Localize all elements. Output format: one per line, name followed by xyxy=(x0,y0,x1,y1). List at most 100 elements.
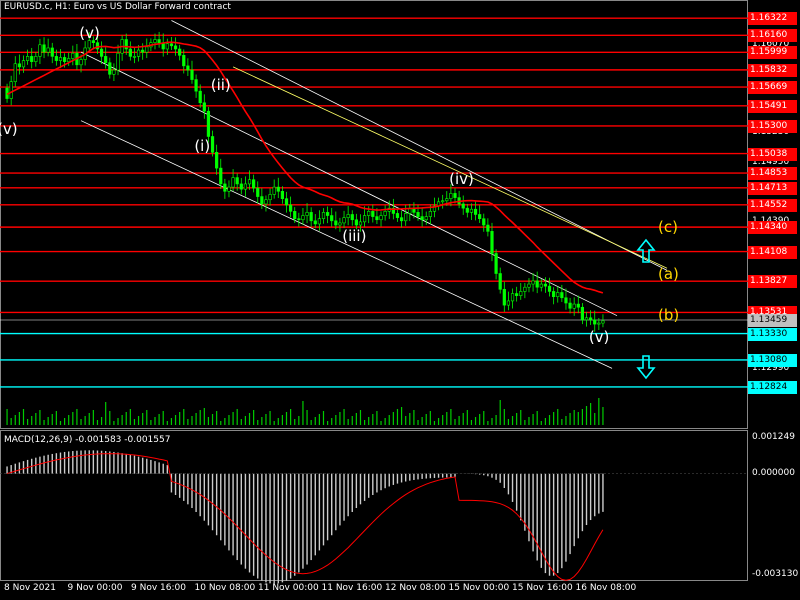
candle-body xyxy=(502,289,506,306)
candle-body xyxy=(9,81,13,99)
candle-body xyxy=(54,56,58,61)
price-line-label: 1.15300 xyxy=(748,119,797,133)
candle-body xyxy=(441,200,445,203)
candle-body xyxy=(399,217,404,222)
candle-body xyxy=(469,208,474,213)
candle-body xyxy=(568,302,572,309)
candle-body xyxy=(342,217,346,224)
candle-body xyxy=(173,45,178,50)
candle-body xyxy=(284,198,289,206)
candle-body xyxy=(256,187,260,197)
candle-body xyxy=(30,56,34,62)
candle-body xyxy=(108,62,112,75)
candle-body xyxy=(486,224,490,232)
candle-body xyxy=(264,199,268,205)
candle-body xyxy=(395,213,400,218)
candle-body xyxy=(309,212,313,222)
candle-body xyxy=(498,273,502,290)
candle-body xyxy=(71,52,75,59)
candle-body xyxy=(428,211,432,217)
candle-body xyxy=(420,216,424,221)
candle-body xyxy=(404,213,408,222)
macd-signal-line xyxy=(6,453,604,581)
time-axis-tick: 15 Nov 16:00 xyxy=(512,583,573,593)
candle-body xyxy=(515,293,519,296)
candle-body xyxy=(531,280,535,285)
wave-label: (iii) xyxy=(342,226,367,245)
candle-body xyxy=(506,300,511,306)
candle-body xyxy=(330,215,334,222)
time-axis-tick: 16 Nov 08:00 xyxy=(575,583,637,593)
price-line-label: 1.16160 xyxy=(748,29,797,43)
price-line-label: 1.14552 xyxy=(748,198,797,212)
candle-body xyxy=(169,43,174,47)
candle-body xyxy=(42,44,46,53)
candle-body xyxy=(597,322,601,325)
candle-body xyxy=(124,39,128,50)
candle-body xyxy=(260,196,264,205)
candle-body xyxy=(478,214,482,220)
candle-body xyxy=(26,56,30,61)
candle-body xyxy=(104,56,108,64)
price-line-label: 1.13827 xyxy=(748,275,797,289)
candle-body xyxy=(465,207,469,213)
candle-body xyxy=(272,186,276,195)
candle-body xyxy=(280,190,284,199)
candle-body xyxy=(543,283,548,287)
candle-body xyxy=(350,214,354,221)
candle-body xyxy=(338,222,342,226)
candle-body xyxy=(141,49,145,53)
wave-label: (v) xyxy=(79,24,100,43)
candle-body xyxy=(202,102,206,112)
candle-body xyxy=(182,55,186,67)
macd-axis-zero: 0.000000 xyxy=(752,468,795,478)
time-axis-tick: 15 Nov 00:00 xyxy=(448,583,510,593)
candle-body xyxy=(589,317,593,321)
candle-body xyxy=(362,215,367,223)
candle-body xyxy=(326,212,330,216)
candle-body xyxy=(547,285,552,292)
candle-body xyxy=(572,303,576,309)
price-line-label: 1.12824 xyxy=(748,380,797,394)
candle-body xyxy=(358,221,363,226)
wave-label: (ii) xyxy=(210,75,231,94)
moving-average-line xyxy=(6,41,604,294)
candle-body xyxy=(219,167,223,185)
candle-body xyxy=(186,65,190,71)
candle-body xyxy=(235,177,239,185)
price-chart[interactable] xyxy=(0,0,800,600)
candle-body xyxy=(539,283,543,288)
price-line-label: 1.15038 xyxy=(748,147,797,161)
candle-body xyxy=(519,291,523,296)
macd-axis-bottom: -0.003130 xyxy=(752,569,799,579)
wave-label: (c) xyxy=(658,218,678,237)
candle-body xyxy=(252,179,256,189)
candle-body xyxy=(132,56,137,58)
time-axis-tick: 12 Nov 08:00 xyxy=(385,583,446,593)
candle-body xyxy=(584,317,589,321)
candle-body xyxy=(190,69,194,80)
candle-body xyxy=(321,212,326,220)
candle-body xyxy=(231,177,235,188)
chart-title: EURUSD.c, H1: Euro vs US Dollar Forward … xyxy=(4,2,231,12)
candle-body xyxy=(215,151,219,169)
candle-body xyxy=(46,47,50,53)
candle-body xyxy=(490,231,494,254)
price-line-label: 1.15832 xyxy=(748,63,797,77)
time-axis-tick: 9 Nov 16:00 xyxy=(131,583,186,593)
wave-label: (iv) xyxy=(449,169,474,188)
candle-body xyxy=(527,283,531,288)
time-axis-tick: 11 Nov 00:00 xyxy=(258,583,319,593)
price-line-label: 1.13080 xyxy=(748,353,797,367)
candle-body xyxy=(449,193,453,199)
candle-body xyxy=(580,306,584,321)
macd-title: MACD(12,26,9) -0.001583 -0.001557 xyxy=(4,435,171,445)
price-line-label: 1.14853 xyxy=(748,167,797,181)
candle-body xyxy=(416,212,420,217)
candle-body xyxy=(383,211,387,216)
candle-body xyxy=(276,186,280,192)
candle-body xyxy=(494,253,498,274)
wave-label: (v) xyxy=(588,327,610,346)
candle-body xyxy=(593,319,597,325)
price-line-label: 1.14713 xyxy=(748,181,797,195)
